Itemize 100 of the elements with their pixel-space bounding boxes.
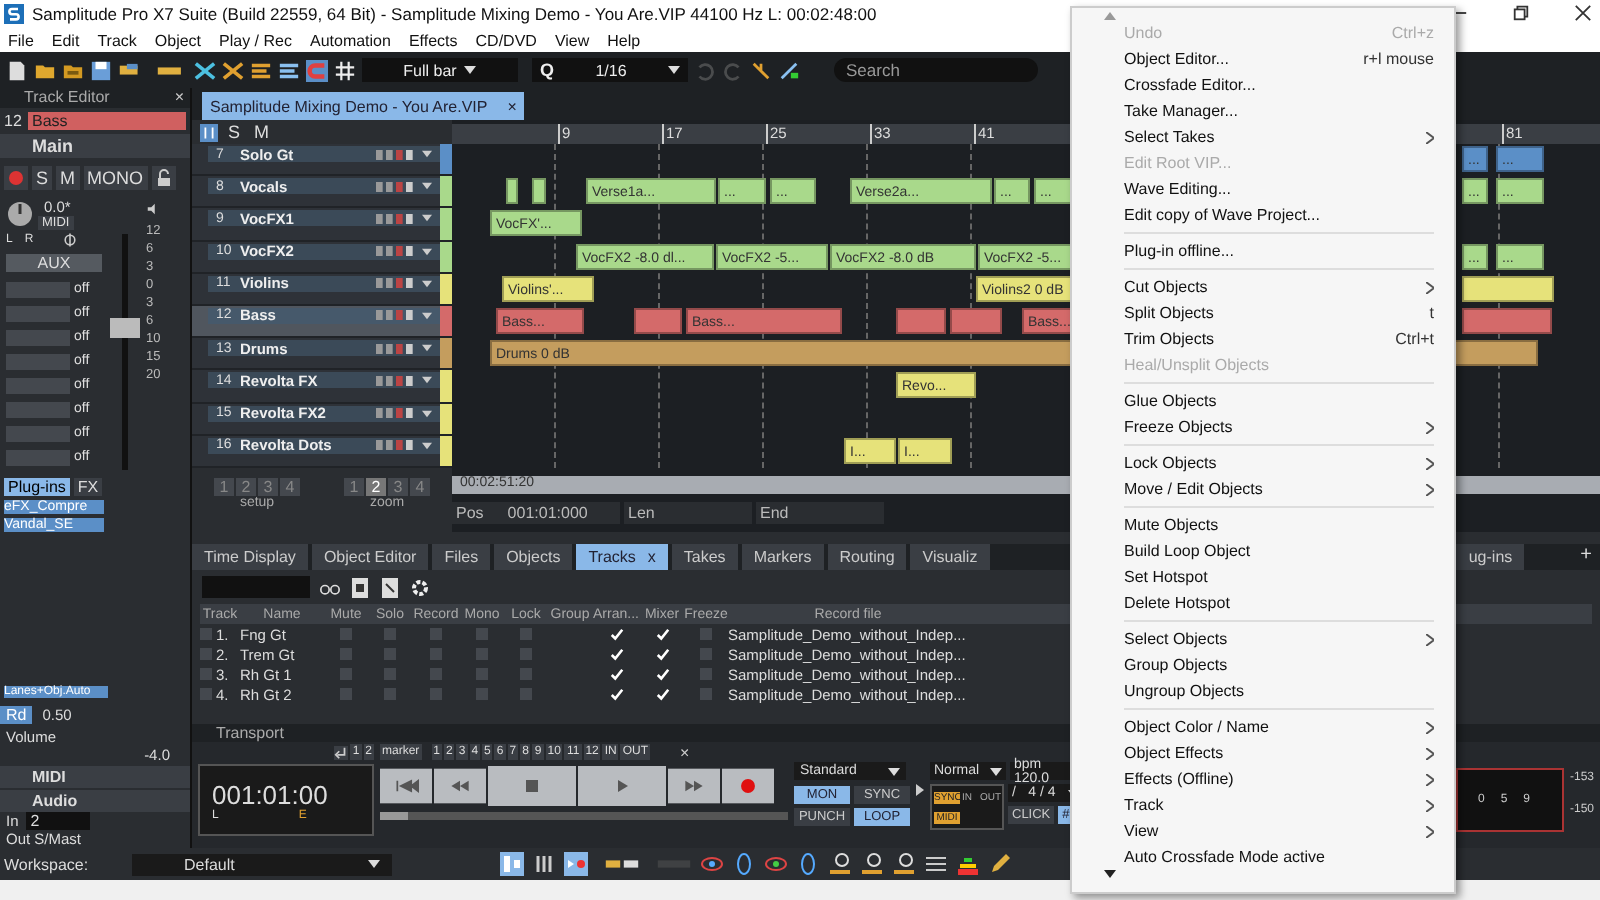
caret-icon[interactable] [422,150,432,158]
row-checkbox[interactable] [200,668,212,680]
checkbox[interactable] [430,688,442,700]
dock-tab[interactable]: Takes [671,544,738,570]
checkbox[interactable] [430,668,442,680]
context-menu-item[interactable]: Glue Objects [1072,388,1454,414]
pos-field[interactable]: Pos 001:01:000 [452,502,620,524]
lines-icon[interactable] [924,852,948,876]
return-icon[interactable] [334,745,349,759]
caret-icon[interactable] [422,441,432,450]
filter-field[interactable] [202,576,310,598]
play-record-icon[interactable] [564,852,588,876]
dock-tab[interactable]: Time Display [192,544,308,570]
channel-button[interactable]: S [32,166,53,190]
grid-icon[interactable] [334,59,356,81]
caret-icon[interactable] [422,376,432,385]
checkbox[interactable] [520,688,532,700]
restore-icon[interactable] [1512,4,1530,22]
pan-knob[interactable] [6,200,34,228]
dock-tab[interactable]: Files [432,544,491,570]
track-view-icon[interactable] [200,123,218,141]
caret-icon[interactable] [422,311,432,320]
save-icon[interactable] [90,59,112,81]
context-menu-item[interactable]: Lock Objects [1072,450,1454,476]
plugins-tab[interactable]: Plug-ins [4,478,70,496]
crossfade-icon[interactable] [222,59,244,81]
aux-button[interactable]: AUX [6,254,102,272]
checkbox[interactable] [520,628,532,640]
context-menu-item[interactable]: Mute Objects [1072,512,1454,538]
checkbox[interactable] [700,688,712,700]
dock-tab[interactable]: ug-ins [1456,544,1525,570]
section-header[interactable]: Audio [0,790,190,812]
dock-tab[interactable]: Tracks x [576,544,668,570]
checkmark-icon[interactable] [655,627,669,641]
menu-item[interactable]: Play / Rec [219,31,292,49]
dock-tab[interactable]: Routing [827,544,907,570]
fx-button[interactable]: FX [73,478,103,496]
magnet-icon[interactable] [306,59,328,81]
close-button[interactable]: × [174,88,184,108]
dock-tab[interactable]: Visualiz [910,544,990,570]
transport-scrollbar[interactable] [380,812,788,820]
caret-icon[interactable] [422,279,432,288]
section-header[interactable]: Main [0,134,190,158]
menu-item[interactable]: File [8,31,34,49]
context-menu-item[interactable]: Crossfade Editor... [1072,72,1454,98]
checkbox[interactable] [340,668,352,680]
track-name-field[interactable]: Bass [28,112,186,130]
context-menu-item[interactable]: Wave Editing... [1072,176,1454,202]
global-button[interactable]: S [224,122,245,142]
checkbox[interactable] [700,648,712,660]
toolbar-icon[interactable] [750,59,772,81]
checkbox[interactable] [340,648,352,660]
context-menu-item[interactable]: Delete Hotspot [1072,590,1454,616]
checkbox[interactable] [384,668,396,680]
zoom-icon[interactable] [828,852,852,876]
checkmark-icon[interactable] [655,647,669,661]
lock-icon[interactable] [151,166,176,190]
audio-clip[interactable] [950,308,1002,334]
channel-button[interactable]: M [56,166,80,190]
menu-item[interactable]: Object [154,31,202,49]
checkmark-icon[interactable] [609,667,623,681]
scroll-up-icon[interactable] [1104,12,1116,20]
crossfade-icon[interactable] [194,59,216,81]
checkbox[interactable] [700,628,712,640]
checkbox[interactable] [700,668,712,680]
audio-clip[interactable] [1462,308,1552,334]
stop-button[interactable] [488,764,576,808]
menu-item[interactable]: Effects [408,31,458,49]
quantize-dropdown[interactable]: Q 1/16 [532,58,688,82]
context-menu-item[interactable]: Freeze Objects [1072,414,1454,440]
record-button[interactable] [722,764,774,808]
fader-handle[interactable] [109,318,139,339]
audio-clip[interactable] [634,308,682,334]
context-menu-item[interactable]: Set Hotspot [1072,564,1454,590]
context-menu-item[interactable]: Select Objects [1072,626,1454,652]
eye-icon[interactable] [732,852,756,876]
zoom-button[interactable]: 2 [366,477,386,496]
checkmark-icon[interactable] [655,687,669,701]
speaker-icon[interactable] [146,202,160,216]
dock-tab[interactable]: Objects [494,544,573,570]
checkbox[interactable] [476,688,488,700]
caret-icon[interactable] [422,214,432,223]
menu-item[interactable]: Edit [51,31,80,49]
checkbox[interactable] [340,688,352,700]
add-tab-button[interactable]: + [1580,544,1600,570]
context-menu-item[interactable]: View [1072,818,1454,844]
menu-item[interactable]: Help [607,31,641,49]
row-checkbox[interactable] [200,628,212,640]
context-menu-item[interactable]: Group Objects [1072,652,1454,678]
end-field[interactable]: End [756,502,884,524]
checkbox[interactable] [384,628,396,640]
checkmark-icon[interactable] [609,687,623,701]
audio-clip[interactable] [506,178,518,205]
eye-icon[interactable] [700,852,724,876]
checkbox[interactable] [520,668,532,680]
context-menu-item[interactable]: Object Editor... r+l mouse [1072,46,1454,72]
snap-dropdown[interactable]: Full bar [362,58,518,82]
arrow-right-icon[interactable] [916,784,924,796]
menu-item[interactable]: Track [97,31,137,49]
zoom-icon[interactable] [860,852,884,876]
